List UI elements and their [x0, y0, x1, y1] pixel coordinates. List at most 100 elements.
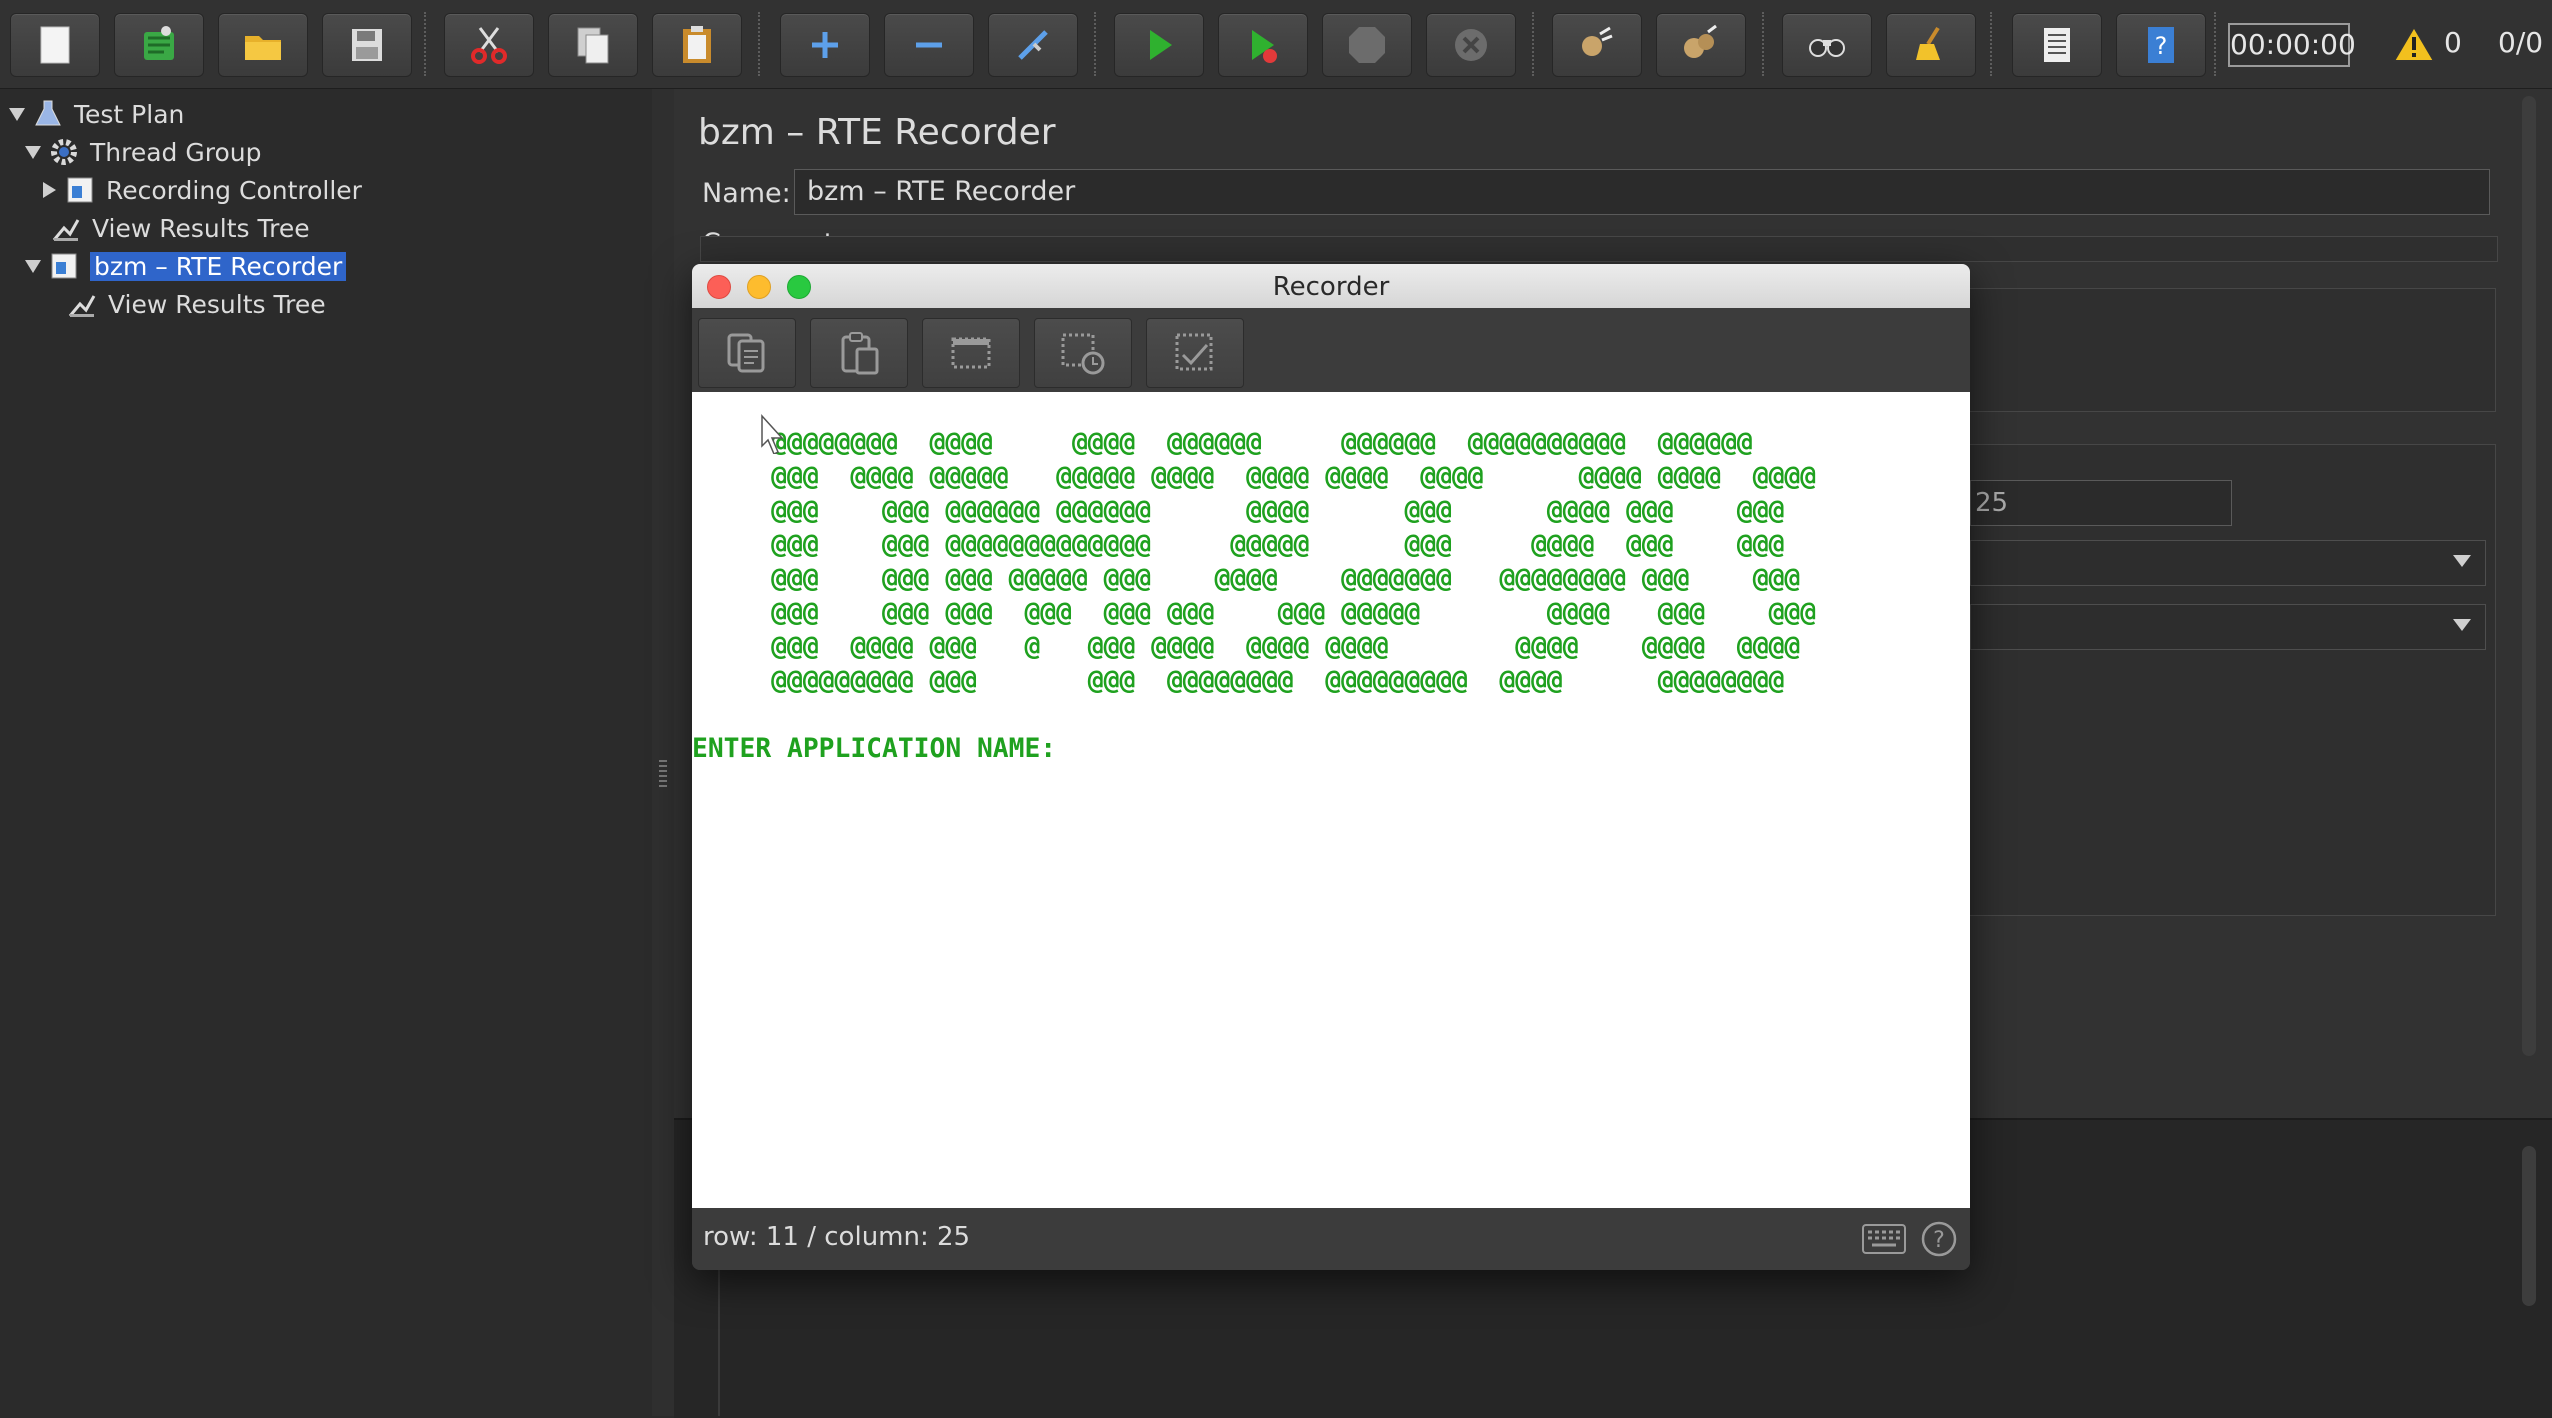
warning-icon[interactable] [2392, 24, 2436, 64]
stop-button[interactable] [1322, 13, 1412, 77]
list-icon [2044, 28, 2070, 62]
save-button[interactable] [322, 13, 412, 77]
reset-search-button[interactable] [1886, 13, 1976, 77]
copy-button[interactable] [698, 318, 796, 388]
comments-field[interactable] [700, 236, 2498, 262]
gear-icon [51, 139, 77, 165]
split-pane-divider[interactable] [652, 89, 674, 1416]
cursor-position-status: row: 11 / column: 25 [703, 1222, 971, 1252]
warning-count: 0 [2444, 26, 2462, 59]
vertical-scrollbar[interactable] [2522, 96, 2536, 1056]
wand-icon [1018, 30, 1048, 60]
help-book-icon: ? [2148, 27, 2174, 63]
expand-toggle-icon[interactable] [24, 143, 42, 161]
start-no-pauses-button[interactable] [1218, 13, 1308, 77]
svg-text:?: ? [1933, 1228, 1945, 1253]
tree-item-label: bzm – RTE Recorder [90, 251, 347, 281]
plus-icon [812, 32, 838, 58]
stop-icon [1349, 27, 1385, 63]
toggle-button[interactable] [988, 13, 1078, 77]
clear-all-button[interactable] [1656, 13, 1746, 77]
wait-for-sync-button[interactable] [1034, 318, 1132, 388]
wait-area-clock-icon [1061, 333, 1105, 375]
recorder-status-bar: row: 11 / column: 25 ? [692, 1208, 1970, 1270]
expand-toggle-icon[interactable] [24, 257, 42, 275]
flask-icon [35, 100, 61, 126]
shutdown-button[interactable] [1426, 13, 1516, 77]
tree-item-rte-recorder[interactable]: bzm – RTE Recorder [24, 248, 347, 284]
tree-item-label: Thread Group [90, 137, 262, 167]
new-file-icon [40, 26, 70, 64]
port-value: 25 [1975, 488, 2009, 518]
save-icon [352, 29, 382, 61]
copy-button[interactable] [548, 13, 638, 77]
tree-item-view-results-tree[interactable]: View Results Tree [50, 210, 310, 246]
test-plan-tree: Test Plan Thread Group Recording Control… [0, 89, 655, 1416]
elapsed-timer: 00:00:00 [2228, 23, 2356, 67]
listener-icon [68, 295, 96, 317]
chevron-down-icon [2453, 619, 2471, 631]
templates-button[interactable] [114, 13, 204, 77]
copy-icon [727, 333, 765, 373]
expand-toggle-icon[interactable] [8, 105, 26, 123]
new-button[interactable] [10, 13, 100, 77]
lower-scrollbar[interactable] [2522, 1146, 2536, 1306]
svg-text:?: ? [2155, 32, 2168, 60]
recorder-window: Recorder @@@@@@@@ @@@@ @@@@ @@@@@@ @@@@@… [692, 264, 1970, 1270]
paste-button[interactable] [810, 318, 908, 388]
lower-pane-divider [718, 1270, 720, 1416]
controller-icon [67, 177, 93, 203]
broom-gear-icon [1582, 26, 1613, 56]
tree-item-test-plan[interactable]: Test Plan [8, 96, 184, 132]
chevron-down-icon [2453, 555, 2471, 567]
mouse-cursor-icon [761, 414, 784, 454]
panel-title: bzm – RTE Recorder [698, 112, 1056, 153]
expand-all-button[interactable] [780, 13, 870, 77]
tree-item-label: View Results Tree [108, 289, 326, 319]
paste-button[interactable] [652, 13, 742, 77]
clear-button[interactable] [1552, 13, 1642, 77]
copy-icon [577, 27, 609, 64]
name-field[interactable]: bzm – RTE Recorder [794, 169, 2490, 215]
tree-item-view-results-tree-2[interactable]: View Results Tree [66, 286, 326, 322]
paste-icon [683, 26, 711, 63]
collapse-toggle-icon[interactable] [40, 181, 58, 199]
tree-item-label: View Results Tree [92, 213, 310, 243]
broom-gears-icon [1684, 24, 1717, 58]
help-icon[interactable]: ? [1920, 1220, 1958, 1258]
binoculars-icon [1809, 39, 1845, 57]
open-button[interactable] [218, 13, 308, 77]
active-threads-count: 0/0 [2498, 26, 2544, 59]
collapse-all-button[interactable] [884, 13, 974, 77]
function-helper-button[interactable] [2012, 13, 2102, 77]
terminal-text: @@@@@@@@ @@@@ @@@@ @@@@@@ @@@@@@ @@@@@@@… [692, 428, 1817, 764]
help-button[interactable]: ? [2116, 13, 2206, 77]
port-field[interactable]: 25 [1970, 480, 2232, 526]
controller-icon [51, 253, 77, 279]
minus-icon [916, 42, 942, 48]
keyboard-icon[interactable] [1862, 1224, 1906, 1254]
tree-item-thread-group[interactable]: Thread Group [24, 134, 261, 170]
broom-icon [1916, 26, 1940, 60]
select-area-button[interactable] [922, 318, 1020, 388]
terminal-screen[interactable]: @@@@@@@@ @@@@ @@@@ @@@@@@ @@@@@@ @@@@@@@… [692, 392, 1970, 1208]
search-button[interactable] [1782, 13, 1872, 77]
tree-item-recording-controller[interactable]: Recording Controller [40, 172, 362, 208]
name-label: Name: [702, 178, 791, 209]
recorder-titlebar[interactable]: Recorder [692, 264, 1970, 309]
scissors-icon [471, 27, 507, 64]
wait-text-check-icon [1175, 333, 1213, 371]
recorder-title: Recorder [1272, 272, 1390, 302]
wait-for-text-button[interactable] [1146, 318, 1244, 388]
cut-button[interactable] [444, 13, 534, 77]
start-button[interactable] [1114, 13, 1204, 77]
play-no-timer-icon [1252, 30, 1277, 63]
select-area-icon [951, 337, 991, 369]
listener-icon [52, 219, 80, 241]
tree-item-label: Test Plan [74, 99, 185, 129]
divider-grip[interactable] [659, 760, 667, 790]
terminal-type-select[interactable] [1970, 604, 2486, 650]
templates-icon [144, 26, 174, 60]
protocol-select[interactable] [1970, 540, 2486, 586]
paste-icon [841, 332, 879, 375]
